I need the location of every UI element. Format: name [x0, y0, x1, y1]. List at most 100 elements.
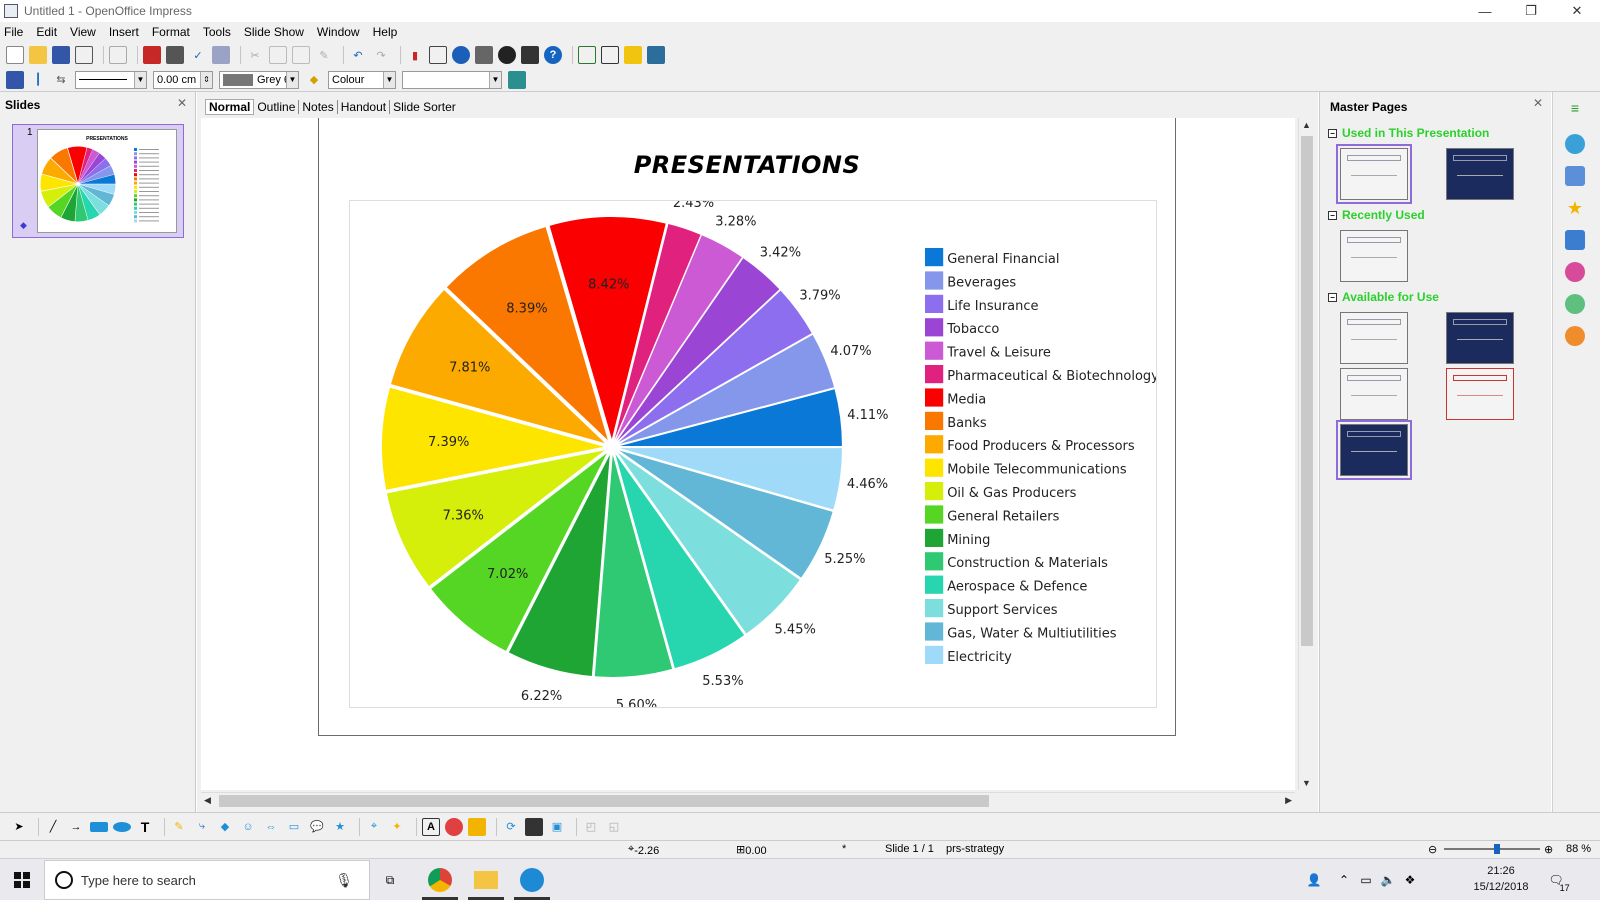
gallery-side-icon[interactable] [1565, 294, 1585, 314]
gallery-icon[interactable] [521, 46, 539, 64]
curve-icon[interactable]: ✎ [170, 818, 188, 836]
microphone-icon[interactable]: 🎙 [335, 872, 353, 889]
task-view-icon[interactable]: ⧉ [370, 863, 410, 897]
master-thumb-available-2[interactable] [1446, 312, 1514, 364]
section-available[interactable]: − Available for Use [1328, 290, 1439, 304]
taskbar-search-input[interactable]: Type here to search 🎙 [44, 860, 370, 900]
area-style-select[interactable]: Colour ▼ [328, 70, 396, 89]
arrow-tool-icon[interactable]: → [67, 818, 85, 836]
arrow-style-icon[interactable]: ⇆ [52, 71, 70, 89]
tab-handout[interactable]: Handout [338, 100, 391, 114]
scroll-down-icon[interactable]: ▼ [1302, 778, 1311, 788]
extrusion-icon[interactable]: ◰ [582, 818, 600, 836]
undo-icon[interactable]: ↶ [349, 46, 367, 64]
line-style-select[interactable]: ▼ [75, 70, 147, 89]
display-icon[interactable] [647, 46, 665, 64]
chart-icon[interactable]: ▮ [406, 46, 424, 64]
slide[interactable]: PRESENTATIONS 4.11% 4.07% 3.79% 3.42% 3.28% 2… [318, 118, 1176, 736]
volume-icon[interactable]: 🔈 [1378, 863, 1398, 897]
styles-icon[interactable] [6, 70, 24, 89]
chrome-app-icon[interactable] [420, 863, 460, 900]
hyperlink-icon[interactable] [452, 46, 470, 64]
connector-icon[interactable]: ⤷ [193, 818, 211, 836]
symbol-shapes-icon[interactable]: ☺ [239, 818, 257, 836]
email-icon[interactable] [75, 46, 93, 64]
master-thumb-available-1[interactable] [1340, 312, 1408, 364]
help-icon[interactable]: ? [544, 46, 562, 64]
animation-icon[interactable] [1565, 262, 1585, 282]
basic-shapes-icon[interactable]: ◆ [216, 818, 234, 836]
slide-canvas[interactable]: PRESENTATIONS 4.11% 4.07% 3.79% 3.42% 3.28% 2… [201, 118, 1295, 790]
master-thumb-used-1[interactable] [1336, 144, 1412, 204]
section-used[interactable]: − Used in This Presentation [1328, 126, 1489, 140]
fontwork-icon[interactable]: A [422, 817, 440, 836]
menu-edit[interactable]: Edit [36, 25, 57, 39]
slide-thumbnail[interactable]: 1 PRESENTATIONS ◆ [12, 124, 184, 238]
glue-points-icon[interactable]: ✦ [388, 818, 406, 836]
tab-notes[interactable]: Notes [299, 100, 338, 114]
3d-effects-icon[interactable]: ◱ [605, 818, 623, 836]
points-icon[interactable]: ⌖ [365, 818, 383, 836]
line-color-select[interactable]: Grey 6 ▼ [219, 70, 299, 89]
slide-layout-icon[interactable] [601, 46, 619, 64]
autospell-icon[interactable] [212, 46, 230, 64]
minimize-button[interactable]: — [1462, 0, 1508, 22]
menu-file[interactable]: File [4, 25, 23, 39]
vertical-scroll-thumb[interactable] [1301, 136, 1313, 646]
collapse-icon[interactable]: − [1328, 292, 1337, 302]
zoom-slider[interactable] [1444, 848, 1540, 850]
master-thumb-available-5[interactable] [1336, 420, 1412, 480]
collapse-icon[interactable]: − [1328, 128, 1337, 138]
area-icon[interactable]: ◆ [305, 71, 323, 89]
sidebar-menu-icon[interactable]: ≡ [1565, 100, 1585, 120]
print-icon[interactable] [166, 46, 184, 64]
star-icon[interactable]: ★ [1565, 198, 1585, 218]
navigator-icon[interactable] [498, 46, 516, 64]
tab-normal[interactable]: Normal [205, 99, 255, 115]
arrange-icon[interactable]: ▣ [548, 818, 566, 836]
spellcheck-icon[interactable]: ✓ [189, 46, 207, 64]
callouts-icon[interactable]: 💬 [308, 818, 326, 836]
slide-transition-icon[interactable] [1565, 230, 1585, 250]
slide-design-icon[interactable] [578, 46, 596, 64]
windows-start-icon[interactable] [0, 859, 44, 900]
area-fill-select[interactable]: ▼ [402, 70, 502, 89]
tray-expand-icon[interactable]: ⌃ [1334, 863, 1354, 897]
open-folder-icon[interactable] [29, 46, 47, 64]
menu-help[interactable]: Help [373, 25, 398, 39]
zoom-in-icon[interactable]: ⊕ [1544, 843, 1553, 856]
dropbox-icon[interactable]: ❖ [1400, 863, 1420, 897]
block-arrows-icon[interactable]: ⇔ [262, 818, 280, 836]
save-icon[interactable] [52, 46, 70, 64]
tab-outline[interactable]: Outline [254, 100, 300, 114]
restore-button[interactable]: ❐ [1508, 0, 1554, 22]
master-thumb-available-3[interactable] [1340, 368, 1408, 420]
from-file-icon[interactable] [445, 817, 463, 836]
people-icon[interactable]: 👤 [1300, 863, 1328, 897]
horizontal-scroll-thumb[interactable] [219, 795, 989, 807]
zoom-slider-thumb[interactable] [1493, 844, 1500, 854]
master-thumb-recent-1[interactable] [1340, 230, 1408, 282]
paste-icon[interactable] [292, 46, 310, 64]
master-pages-icon[interactable] [1565, 166, 1585, 186]
alignment-icon[interactable] [525, 817, 543, 836]
scroll-left-icon[interactable]: ◀ [204, 795, 211, 806]
gallery-draw-icon[interactable] [468, 817, 486, 836]
close-window-button[interactable]: ✕ [1554, 0, 1600, 22]
menu-window[interactable]: Window [317, 25, 360, 39]
line-width-input[interactable]: 0.00 cm ⇕ [153, 70, 213, 89]
zoom-out-icon[interactable]: ⊖ [1428, 843, 1437, 856]
line-icon[interactable]: ┃ [29, 71, 47, 89]
navigator-side-icon[interactable] [1565, 326, 1585, 346]
menu-insert[interactable]: Insert [109, 25, 139, 39]
stars-icon[interactable]: ★ [331, 818, 349, 836]
table-icon[interactable] [429, 46, 447, 64]
grid-icon[interactable] [475, 46, 493, 64]
taskbar-clock[interactable]: 21:26 15/12/2018 [1466, 863, 1536, 895]
master-thumb-available-4[interactable] [1446, 368, 1514, 420]
text-tool-icon[interactable]: T [136, 818, 154, 836]
ellipse-icon[interactable] [113, 821, 131, 832]
rotate-icon[interactable]: ⟳ [502, 818, 520, 836]
vertical-scrollbar[interactable]: ▲ ▼ [1298, 118, 1314, 790]
select-arrow-icon[interactable]: ➤ [10, 818, 28, 836]
